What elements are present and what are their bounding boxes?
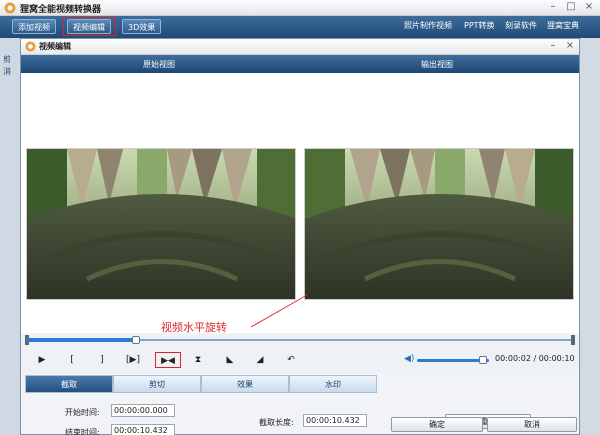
start-time-input[interactable]: 00:00:00.000	[111, 404, 175, 417]
3d-effect-button[interactable]: 3D效果	[122, 19, 162, 34]
play-icon[interactable]: ▶	[31, 352, 53, 368]
output-video-frame	[304, 148, 574, 300]
original-video-frame	[26, 148, 296, 300]
close-icon[interactable]: ×	[582, 1, 596, 12]
mark-in-icon[interactable]: [	[61, 352, 83, 368]
tab-effect[interactable]: 效果	[201, 375, 289, 393]
volume-thumb[interactable]	[479, 356, 487, 364]
dialog-title: 视频编辑	[39, 42, 71, 51]
tab-trim[interactable]: 截取	[25, 375, 113, 393]
link-ppt-convert[interactable]: PPT转换	[464, 20, 495, 31]
rotate-right-icon[interactable]: ◢	[249, 352, 271, 368]
view-header: 原始视图 输出视图	[21, 55, 579, 73]
app-title: 狸窝全能视频转换器	[20, 5, 102, 15]
app-background-left: 剪 消	[0, 38, 20, 435]
minimize-icon[interactable]: –	[546, 40, 560, 51]
close-icon[interactable]: ×	[563, 40, 577, 51]
rotate-left-icon[interactable]: ◣	[219, 352, 241, 368]
link-burn-software[interactable]: 刻录软件	[505, 20, 537, 31]
flip-vertical-icon[interactable]: ⧗	[187, 352, 209, 368]
tab-watermark[interactable]: 水印	[289, 375, 377, 393]
side-text: 剪	[3, 55, 11, 64]
app-toolbar: 添加视频 视频编辑 3D效果 照片制作视频 PPT转换 刻录软件 狸窝宝典	[0, 16, 600, 38]
ok-button[interactable]: 确定	[391, 417, 483, 432]
timeline-end-marker[interactable]	[571, 335, 575, 345]
original-view-label: 原始视图	[143, 60, 175, 69]
add-video-button[interactable]: 添加视频	[12, 19, 56, 34]
output-view-label: 输出视图	[421, 60, 453, 69]
playback-controls: ▶ [ ] [▶] ▶◀ ⧗ ◣ ◢ ↶ ◀) 00:00:02 / 00:00…	[21, 347, 579, 373]
link-liwo-guide[interactable]: 狸窝宝典	[547, 20, 579, 31]
app-logo-icon	[4, 2, 16, 14]
trim-panel: 开始时间: 00:00:00.000 结束时间: 00:00:10.432 截取…	[25, 393, 575, 435]
cancel-button[interactable]: 取消	[487, 417, 577, 432]
length-label: 截取长度:	[259, 418, 294, 427]
preview-area: 视频水平旋转	[21, 73, 579, 334]
next-frame-icon[interactable]: [▶]	[122, 352, 144, 368]
timeline-progress	[27, 338, 136, 342]
volume-icon[interactable]: ◀)	[404, 354, 414, 364]
end-time-label: 结束时间:	[65, 428, 100, 435]
tab-crop[interactable]: 剪切	[113, 375, 201, 393]
mark-out-icon[interactable]: ]	[91, 352, 113, 368]
maximize-icon[interactable]: □	[564, 1, 578, 12]
app-background-right	[580, 38, 600, 435]
highlight-box	[63, 17, 116, 36]
timeline-thumb[interactable]	[132, 336, 140, 344]
start-time-label: 开始时间:	[65, 408, 100, 417]
dialog-titlebar: 视频编辑 – ×	[21, 39, 579, 55]
video-edit-dialog: 视频编辑 – × 原始视图 输出视图 视频水平旋转 ▶ [] [▶] ▶◀ ⧗…	[20, 38, 580, 435]
end-time-input[interactable]: 00:00:10.432	[111, 424, 175, 435]
flip-horizontal-icon[interactable]: ▶◀	[155, 352, 181, 368]
minimize-icon[interactable]: –	[546, 1, 560, 12]
app-titlebar: 狸窝全能视频转换器 – □ ×	[0, 0, 600, 16]
side-text: 消	[3, 67, 11, 76]
undo-icon[interactable]: ↶	[280, 352, 302, 368]
edit-tabs: 截取 剪切 效果 水印	[25, 375, 575, 393]
link-photo-video[interactable]: 照片制作视频	[404, 20, 452, 31]
annotation-arrow	[250, 294, 308, 328]
length-input[interactable]: 00:00:10.432	[303, 414, 367, 427]
time-display: 00:00:02 / 00:00:10	[495, 354, 575, 363]
timeline[interactable]	[21, 333, 579, 347]
dialog-logo-icon	[25, 41, 36, 52]
